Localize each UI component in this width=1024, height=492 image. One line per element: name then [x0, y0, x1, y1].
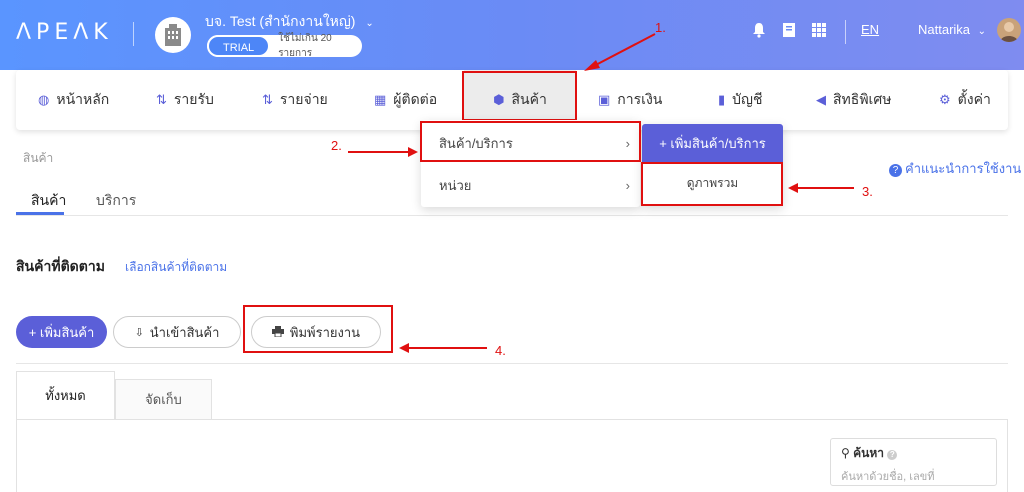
highlight-box-4 [243, 305, 393, 353]
annotation-arrow-3 [788, 183, 854, 193]
money-icon: ▣ [598, 92, 611, 107]
nav-item-privileges[interactable]: ◀ สิทธิพิเศษ [816, 70, 891, 130]
grid-icon[interactable] [811, 22, 827, 41]
annotation-arrow-4 [399, 343, 487, 353]
chevron-right-icon: › [625, 177, 630, 193]
search-label-row: ⚲ ค้นหา ? [841, 444, 986, 463]
company-building-icon[interactable] [155, 17, 191, 53]
tab-active-indicator [16, 212, 64, 215]
tab-all[interactable]: ทั้งหมด [16, 371, 115, 419]
trial-pill: TRIAL [207, 35, 271, 57]
section-divider [16, 363, 1008, 364]
search-label: ค้นหา [853, 446, 885, 460]
tab-products[interactable]: สินค้า [31, 190, 66, 212]
tab-services[interactable]: บริการ [96, 190, 136, 212]
highlight-box-3 [641, 162, 783, 206]
import-icon: ⇩ [134, 326, 144, 339]
megaphone-icon: ◀ [816, 92, 826, 107]
nav-label: การเงิน [617, 91, 663, 107]
search-placeholder: ค้นหาด้วยชื่อ, เลขที่ [841, 471, 935, 483]
breadcrumb[interactable]: สินค้า [23, 149, 53, 168]
search-field[interactable]: ⚲ ค้นหา ? ค้นหาด้วยชื่อ, เลขที่ [830, 438, 997, 486]
nav-item-accounting[interactable]: ▮ บัญชี [718, 70, 762, 130]
question-icon: ? [889, 164, 902, 177]
user-menu[interactable]: Nattarika ⌄ [918, 22, 986, 37]
nav-label: หน้าหลัก [56, 91, 110, 107]
tab-divider [16, 215, 1008, 216]
peak-logo[interactable]: ΛPEΛK [16, 20, 113, 45]
highlight-box-2 [420, 121, 641, 162]
annotation-4: 4. [495, 343, 506, 358]
dropdown-label: หน่วย [439, 177, 472, 193]
import-product-button[interactable]: ⇩ นำเข้าสินค้า [113, 316, 241, 348]
select-tracked-link[interactable]: เลือกสินค้าที่ติดตาม [125, 258, 227, 277]
ledger-icon: ▮ [718, 92, 726, 107]
annotation-arrow-2 [348, 147, 418, 157]
help-label: คำแนะนำการใช้งาน [905, 161, 1022, 176]
gear-icon: ⚙ [939, 92, 951, 107]
trial-limit-text: ใช้ไม่เกิน 20 รายการ [278, 33, 332, 59]
tab-archived[interactable]: จัดเก็บ [115, 379, 212, 419]
search-icon: ⚲ [841, 446, 850, 460]
user-name: Nattarika [918, 22, 971, 37]
chevron-down-icon: ⌄ [365, 18, 374, 29]
nav-item-home[interactable]: ◍ หน้าหลัก [38, 70, 109, 130]
top-header: ΛPEΛK บจ. Test (สำนักงานใหญ่) ⌄ TRIAL ใช… [0, 0, 1024, 70]
nav-label: รายจ่าย [279, 91, 328, 107]
help-link[interactable]: ? คำแนะนำการใช้งาน [889, 158, 1021, 179]
info-icon: ? [887, 450, 898, 460]
language-switch[interactable]: EN [861, 22, 879, 37]
contacts-icon: ▦ [374, 92, 387, 107]
annotation-2: 2. [331, 138, 342, 153]
logo-divider [133, 22, 134, 46]
dashboard-icon: ◍ [38, 92, 50, 107]
expense-icon: ⇅ [262, 92, 273, 107]
nav-label: ตั้งค่า [957, 91, 991, 107]
annotation-3: 3. [862, 184, 873, 199]
bell-icon[interactable] [751, 22, 767, 41]
header-divider [845, 20, 846, 44]
nav-label: บัญชี [732, 91, 763, 107]
button-label: นำเข้าสินค้า [149, 324, 220, 340]
dropdown-item-units[interactable]: หน่วย › [421, 164, 640, 206]
annotation-arrow-1 [584, 33, 656, 71]
nav-label: สิทธิพิเศษ [833, 91, 892, 107]
chevron-down-icon: ⌄ [977, 26, 987, 37]
nav-item-expense[interactable]: ⇅ รายจ่าย [262, 70, 328, 130]
highlight-box-1 [462, 71, 577, 121]
add-product-service-button[interactable]: + เพิ่มสินค้า/บริการ [642, 124, 783, 162]
company-selector[interactable]: บจ. Test (สำนักงานใหญ่) ⌄ [205, 11, 374, 33]
nav-item-income[interactable]: ⇅ รายรับ [156, 70, 214, 130]
book-icon[interactable] [781, 22, 797, 41]
nav-item-settings[interactable]: ⚙ ตั้งค่า [939, 70, 991, 130]
add-product-button[interactable]: + เพิ่มสินค้า [16, 316, 107, 348]
section-title: สินค้าที่ติดตาม [16, 258, 105, 274]
trial-badge: TRIAL ใช้ไม่เกิน 20 รายการ [207, 33, 362, 59]
nav-label: รายรับ [173, 91, 214, 107]
income-icon: ⇅ [156, 92, 167, 107]
avatar[interactable] [997, 18, 1021, 42]
company-name: บจ. Test (สำนักงานใหญ่) [205, 13, 356, 29]
nav-label: ผู้ติดต่อ [393, 91, 438, 107]
